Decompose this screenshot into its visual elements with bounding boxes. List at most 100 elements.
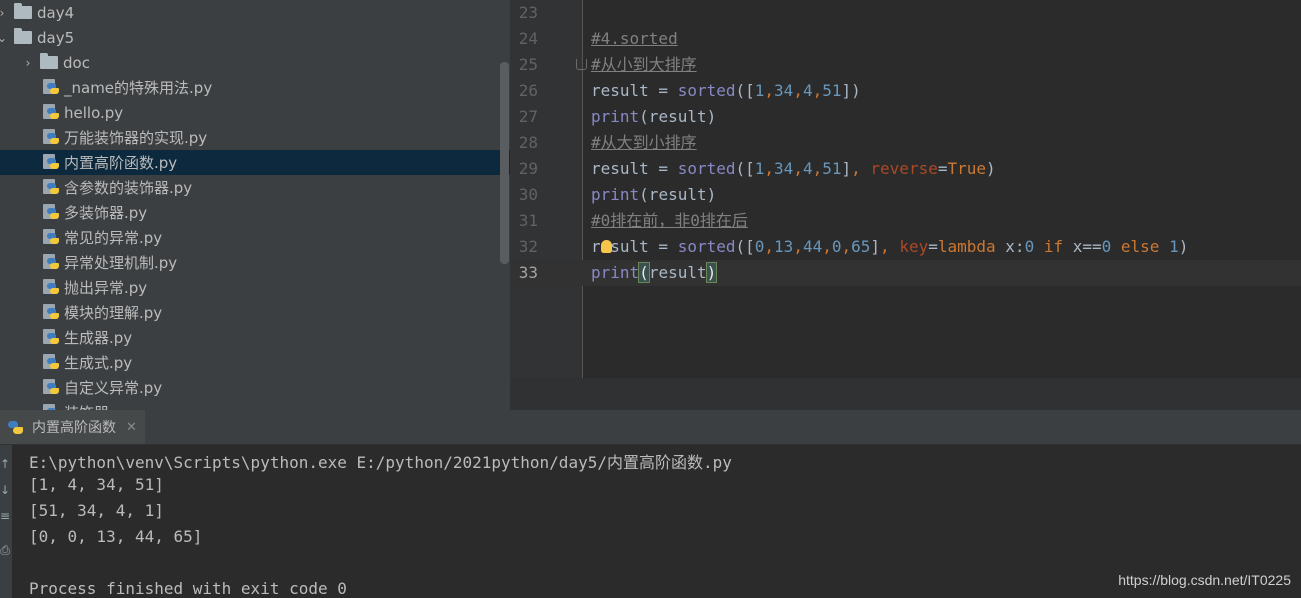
code-line[interactable]: 33 print(result) [510,260,1301,286]
python-file-icon [43,154,60,171]
folder-icon [14,3,32,19]
up-icon[interactable]: ↑ [0,455,10,473]
code-token: print [591,107,640,126]
code-token: , [793,81,803,100]
code-token: else [1120,237,1170,256]
code-token: if [1043,237,1073,256]
code-line[interactable]: 29 result = sorted([1,34,4,51], reverse=T… [510,156,1301,182]
code-line[interactable]: 28 #从大到小排序 [510,130,1301,156]
python-file-icon [43,304,60,321]
line-number: 33 [518,263,538,282]
editor-bottom-area [510,378,1301,410]
tree-item[interactable]: 含参数的装饰器.py [0,175,510,200]
code-line[interactable]: 24 #4.sorted [510,26,1301,52]
chevron-right-icon[interactable]: › [20,56,36,70]
code-line[interactable]: 23 [510,0,1301,26]
code-token: 51 [822,81,842,100]
line-number: 31 [518,211,538,230]
run-toolbar: ↑ ↓ ≡ ⎙ [0,445,12,598]
python-file-icon [43,279,60,296]
tree-item[interactable]: 异常处理机制.py [0,250,510,275]
down-icon[interactable]: ↓ [0,481,10,499]
code-token: , [764,237,775,256]
code-line[interactable]: 32 result = sorted([0,13,44,0,65], key=la… [510,234,1301,260]
tree-item[interactable]: ⌄ day5 [0,25,510,50]
code-token: #0排在前，非0排在后 [591,211,748,230]
code-token: , [880,237,900,256]
code-token: ([ [735,159,755,178]
code-token: #从小到大排序 [591,55,697,74]
code-token: #4.sorted [591,29,678,48]
line-number: 25 [518,55,538,74]
code-line[interactable]: 25 #从小到大排序 [510,52,1301,78]
tree-item[interactable]: › doc [0,50,510,75]
soft-wrap-icon[interactable]: ≡ [0,507,10,525]
tree-item[interactable]: 装饰器 [0,400,510,410]
tree-item-label: 内置高阶函数.py [64,154,178,172]
code-token: 13 [774,237,794,256]
tree-item[interactable]: _name的特殊用法.py [0,75,510,100]
tree-item[interactable]: 生成器.py [0,325,510,350]
tree-item-label: hello.py [64,103,124,122]
code-text: #0排在前，非0排在后 [591,208,748,234]
close-icon[interactable]: ✕ [126,420,137,435]
code-text: print(result) [591,104,716,130]
code-token: ([ [735,237,755,256]
tree-item-label: 生成器.py [64,329,133,347]
code-text: print(result) [591,182,716,208]
fold-marker-icon[interactable] [576,59,587,70]
chevron-right-icon[interactable]: › [0,6,10,20]
intention-bulb-icon[interactable] [601,240,612,253]
chevron-down-icon[interactable]: ⌄ [0,31,10,45]
code-token: print [591,185,640,204]
tree-item[interactable]: 万能装饰器的实现.py [0,125,510,150]
code-token: ] [841,159,852,178]
folder-icon [40,53,58,69]
python-file-icon [43,204,60,221]
code-line[interactable]: 26 result = sorted([1,34,4,51]) [510,78,1301,104]
tree-item[interactable]: 内置高阶函数.py [0,150,510,175]
run-tab[interactable]: 内置高阶函数 ✕ [0,410,145,444]
python-file-icon [43,254,60,271]
code-text: #从大到小排序 [591,130,697,156]
code-text: result = sorted([1,34,4,51]) [591,78,861,104]
tree-item-label: day4 [37,3,75,22]
code-token: 1 [1169,237,1179,256]
code-token: ) [986,159,996,178]
code-line[interactable]: 30 print(result) [510,182,1301,208]
python-file-icon [43,104,60,121]
code-token: ] [870,237,881,256]
tree-scrollbar[interactable] [500,62,509,264]
code-token: reverse [870,159,938,178]
line-number: 32 [518,237,538,256]
tree-item[interactable]: 多装饰器.py [0,200,510,225]
tree-item-label: 装饰器 [64,402,109,410]
code-token: 0 [1101,237,1121,256]
tree-item[interactable]: › day4 [0,0,510,25]
python-file-icon [43,329,60,346]
code-token: result = [591,159,678,178]
code-text: result = sorted([1,34,4,51], reverse=Tru… [591,156,996,182]
console-line: E:\python\venv\Scripts\python.exe E:/pyt… [29,453,732,472]
tree-item[interactable]: 常见的异常.py [0,225,510,250]
tree-item[interactable]: hello.py [0,100,510,125]
print-icon[interactable]: ⎙ [0,541,10,559]
code-token: = [928,237,938,256]
tree-item[interactable]: 自定义异常.py [0,375,510,400]
run-console[interactable]: E:\python\venv\Scripts\python.exe E:/pyt… [12,445,1301,598]
code-line[interactable]: 27 print(result) [510,104,1301,130]
code-token: , [764,81,775,100]
tree-item[interactable]: 生成式.py [0,350,510,375]
tree-item[interactable]: 模块的理解.py [0,300,510,325]
tree-item-label: 模块的理解.py [64,304,163,322]
tree-item[interactable]: 抛出异常.py [0,275,510,300]
python-file-icon [43,79,60,96]
code-token: , [812,159,823,178]
python-file-icon [43,379,60,396]
code-token: sorted [677,237,736,256]
tree-item-label: 生成式.py [64,354,133,372]
code-line[interactable]: 31 #0排在前，非0排在后 [510,208,1301,234]
code-token: ]) [841,81,861,100]
code-token: 34 [774,81,794,100]
code-editor[interactable]: 23 24 #4.sorted 25 #从小到大排序 26 result = sorted(… [510,0,1301,410]
